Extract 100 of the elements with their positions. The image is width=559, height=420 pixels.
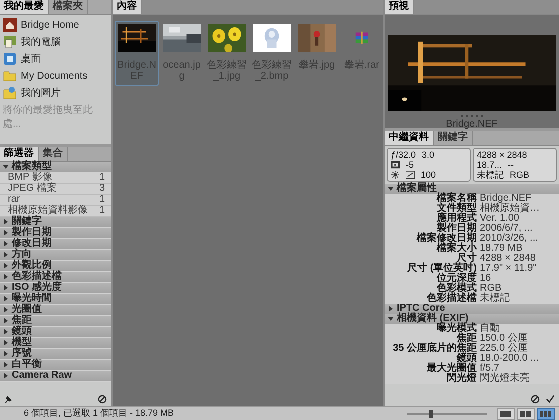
filter-group-label: 方向: [12, 250, 32, 260]
panel-tab[interactable]: 檔案夾: [49, 0, 88, 14]
filter-group-label: 鏡頭: [12, 327, 32, 337]
favorites-hint: 將你的最愛拖曳至此處...: [3, 104, 94, 131]
filter-group[interactable]: 關鍵字: [0, 217, 111, 228]
filter-group[interactable]: 製作日期: [0, 228, 111, 239]
favorite-item[interactable]: My Documents: [3, 69, 108, 83]
filter-group[interactable]: 鏡頭: [0, 327, 111, 338]
filter-group[interactable]: Camera Raw: [0, 371, 111, 382]
filter-group-label: 檔案類型: [12, 162, 52, 172]
panel-tab[interactable]: 中繼資料: [385, 131, 434, 145]
filter-group[interactable]: ISO 感光度: [0, 283, 111, 294]
field-label: 位元深度: [436, 274, 477, 284]
iso-value: 100: [421, 170, 436, 180]
exposure-value: -5: [406, 160, 414, 170]
filter-group-label: 修改日期: [12, 239, 52, 249]
filter-count: 1: [99, 173, 105, 183]
aperture-value: ƒ/32.0: [391, 150, 416, 160]
label-value: 未標記: [477, 170, 504, 180]
file-name: Bridge.NEF: [446, 119, 498, 130]
field-label: 35 公厘底片的焦距: [392, 344, 477, 354]
shutter-value: 3.0: [422, 150, 435, 160]
panel-tab[interactable]: 篩選器: [0, 147, 39, 161]
resolution-value: --: [508, 160, 514, 170]
filter-group[interactable]: 方向: [0, 250, 111, 261]
status-text: 6 個項目, 已選取 1 個項目 - 18.79 MB: [24, 407, 174, 420]
filter-item[interactable]: rar 1: [0, 195, 111, 206]
filter-item[interactable]: BMP 影像 1: [0, 173, 111, 184]
panel-tab[interactable]: 我的最愛: [0, 0, 49, 14]
filter-group-label: 序號: [12, 349, 32, 359]
field-value: 自動: [480, 324, 501, 334]
field-label: 文件類型: [436, 204, 477, 214]
filter-group-label: 白平衡: [12, 360, 42, 370]
filter-item[interactable]: JPEG 檔案 3: [0, 184, 111, 195]
filter-group-label: 關鍵字: [12, 217, 42, 227]
field-label: 尺寸 (單位英吋): [406, 264, 477, 274]
mode-value: RGB: [510, 170, 530, 180]
filter-group[interactable]: 外觀比例: [0, 261, 111, 272]
filter-group[interactable]: 白平衡: [0, 360, 111, 371]
filter-group[interactable]: 光圈值: [0, 305, 111, 316]
filter-label: rar: [8, 195, 20, 205]
field-label: 色彩描述檔: [426, 294, 477, 304]
filter-count: 1: [99, 195, 105, 205]
filter-count: 1: [99, 206, 105, 216]
filter-group[interactable]: 序號: [0, 349, 111, 360]
filter-label: JPEG 檔案: [8, 184, 57, 194]
filter-group[interactable]: 修改日期: [0, 239, 111, 250]
field-label: 檔案修改日期: [416, 234, 477, 244]
field-label: 檔案大小: [436, 244, 477, 254]
filter-group[interactable]: 檔案類型: [0, 162, 111, 173]
favorite-item[interactable]: 我的圖片: [3, 86, 108, 100]
field-value: 2010/3/26, ...: [480, 234, 540, 244]
filter-group[interactable]: 焦距: [0, 316, 111, 327]
field-value: 4288 × 2848: [480, 254, 537, 264]
section-title: IPTC Core: [397, 304, 446, 314]
filter-group-label: 外觀比例: [12, 261, 52, 271]
filter-group-label: 焦距: [12, 316, 32, 326]
dimensions-value: 4288 × 2848: [477, 150, 528, 160]
filter-group[interactable]: 色彩描述檔: [0, 272, 111, 283]
field-label: 閃光燈: [446, 374, 477, 384]
panel-tab[interactable]: 關鍵字: [434, 131, 473, 145]
filter-group-label: 製作日期: [12, 228, 52, 238]
metadata-section[interactable]: IPTC Core: [385, 304, 559, 314]
filter-group[interactable]: 機型: [0, 338, 111, 349]
field-value: 18.79 MB: [480, 244, 524, 254]
filter-group-label: 光圈值: [12, 305, 42, 315]
panel-tab[interactable]: 內容: [113, 0, 142, 14]
filter-group-label: 曝光時間: [12, 294, 52, 304]
field-value: 相機原始資…: [480, 204, 541, 214]
field-label: 曝光模式: [436, 324, 477, 334]
favorite-item[interactable]: 我的電腦: [3, 35, 108, 49]
metadata-section[interactable]: 相機資料 (EXIF): [385, 314, 559, 324]
field-value: Ver. 1.00: [480, 214, 520, 224]
filter-group-label: 色彩描述檔: [12, 272, 62, 282]
field-value: f/5.7: [480, 364, 500, 374]
field-value: 17.9" × 11.9": [480, 264, 538, 274]
field-label: 焦距: [456, 334, 477, 344]
filter-group[interactable]: 曝光時間: [0, 294, 111, 305]
panel-tab[interactable]: 集合: [39, 147, 68, 161]
favorite-item[interactable]: 桌面: [3, 52, 108, 66]
field-value: Bridge.NEF: [480, 194, 533, 204]
filter-group-label: 機型: [12, 338, 32, 348]
field-value: 16: [480, 274, 492, 284]
field-label: 鏡頭: [456, 354, 477, 364]
field-label: 尺寸: [457, 254, 477, 264]
field-value: 閃光燈未亮: [480, 374, 531, 384]
favorite-item[interactable]: Bridge Home: [3, 18, 108, 32]
panel-tab[interactable]: 預視: [385, 0, 414, 14]
field-value: 2006/6/7, ...: [480, 224, 534, 234]
field-label: 應用程式: [436, 214, 477, 224]
field-value: 18.0-200.0 ...: [480, 354, 540, 364]
field-value: 225.0 公厘: [480, 344, 529, 354]
field-label: 製作日期: [437, 224, 477, 234]
filter-group-label: ISO 感光度: [12, 283, 62, 293]
section-title: 相機資料 (EXIF): [397, 314, 469, 324]
field-value: 未標記: [480, 294, 511, 304]
filter-label: 相機原始資料影像: [8, 206, 88, 216]
field-value: 150.0 公厘: [480, 334, 529, 344]
field-label: 最大光圈值: [426, 364, 477, 374]
field-label: 色彩模式: [436, 284, 477, 294]
